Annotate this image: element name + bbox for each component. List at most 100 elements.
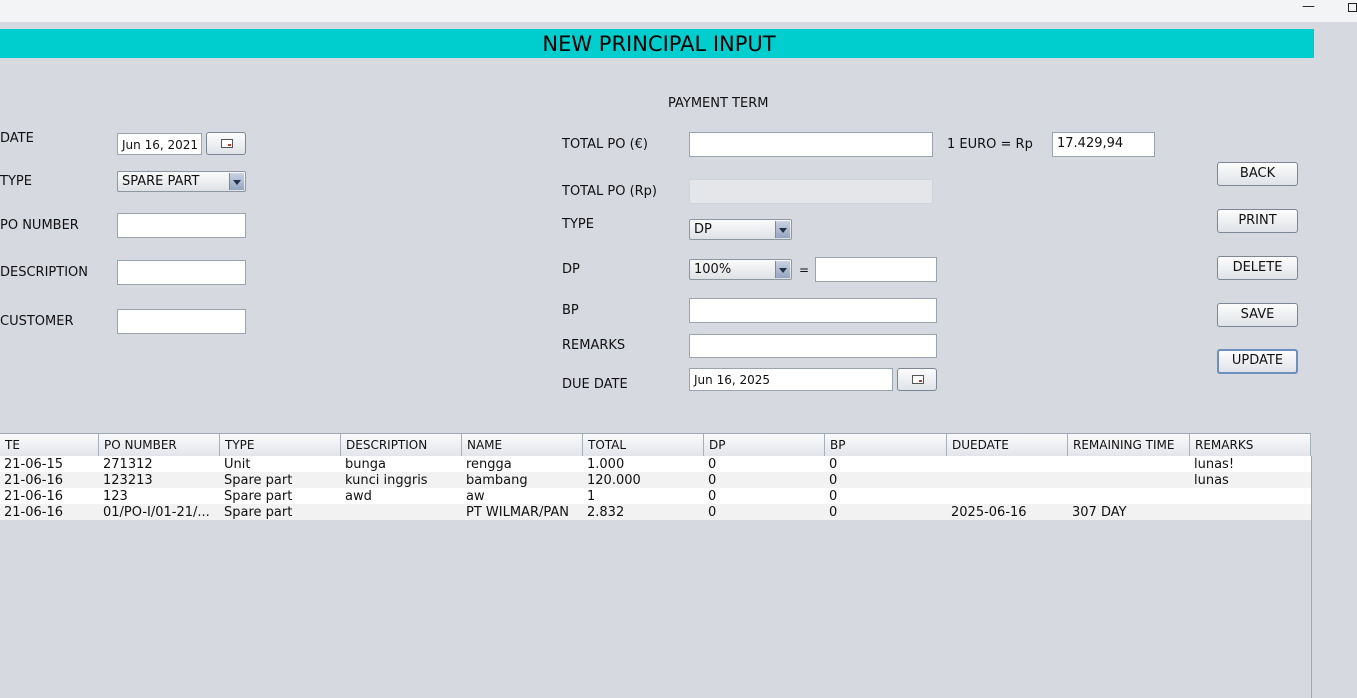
table-cell: 123213 — [103, 473, 153, 488]
table-cell: 2025-06-16 — [951, 505, 1027, 520]
table-cell: Spare part — [224, 505, 293, 520]
due-date-field[interactable]: Jun 16, 2025 — [689, 368, 893, 391]
due-date-label: DUE DATE — [562, 377, 628, 392]
equals-sign: = — [799, 263, 810, 277]
table-header: TE PO NUMBER TYPE DESCRIPTION NAME TOTAL… — [0, 433, 1311, 457]
remarks-field[interactable] — [689, 334, 937, 358]
table-row[interactable]: 21-06-16 123213 Spare part kunci inggris… — [0, 472, 1311, 488]
date-label: DATE — [0, 131, 34, 146]
table-cell — [1068, 472, 1190, 488]
po-number-field[interactable] — [117, 213, 246, 238]
euro-rate-field[interactable]: 17.429,94 — [1052, 132, 1155, 157]
update-button[interactable]: UPDATE — [1217, 349, 1298, 374]
table-cell: 0 — [829, 457, 838, 472]
description-field[interactable] — [117, 260, 246, 285]
table-cell — [1068, 488, 1190, 504]
table-cell: 1.000 — [587, 457, 625, 472]
column-header-type[interactable]: TYPE — [220, 434, 341, 456]
table-cell: 307 DAY — [1072, 505, 1127, 520]
table-cell: awd — [345, 489, 372, 504]
payment-term-heading: PAYMENT TERM — [668, 96, 769, 111]
total-po-eur-label: TOTAL PO (€) — [562, 137, 648, 152]
table-row[interactable]: 21-06-16 123 Spare part awd aw 1 0 0 — [0, 488, 1311, 504]
column-header-bp[interactable]: BP — [825, 434, 947, 456]
window-top-bar: — — [0, 0, 1357, 22]
page-title: NEW PRINCIPAL INPUT — [542, 32, 776, 56]
table-cell: PT WILMAR/PAN — [466, 505, 569, 520]
chevron-down-icon — [775, 221, 790, 238]
date-field[interactable]: Jun 16, 2021 — [117, 133, 202, 155]
customer-label: CUSTOMER — [0, 314, 74, 329]
chevron-down-icon — [775, 261, 790, 278]
date-picker-button[interactable] — [206, 132, 246, 155]
table-cell: 1 — [587, 489, 596, 504]
total-po-rp-label: TOTAL PO (Rp) — [562, 184, 658, 199]
column-header-date[interactable]: TE — [0, 434, 99, 456]
table-cell: bambang — [466, 473, 528, 488]
table-cell: rengga — [466, 457, 512, 472]
remarks-label: REMARKS — [562, 338, 626, 353]
table-cell — [947, 472, 1068, 488]
table-cell: lunas — [1194, 473, 1229, 488]
back-button[interactable]: BACK — [1217, 162, 1298, 186]
column-header-remaining-time[interactable]: REMAINING TIME — [1068, 434, 1190, 456]
type-select-value: SPARE PART — [122, 174, 200, 189]
column-header-po-number[interactable]: PO NUMBER — [99, 434, 220, 456]
table-cell — [947, 488, 1068, 504]
column-header-duedate[interactable]: DUEDATE — [947, 434, 1068, 456]
print-button[interactable]: PRINT — [1217, 209, 1298, 233]
table-cell — [947, 456, 1068, 472]
table-cell — [341, 504, 462, 520]
table-cell: lunas! — [1194, 457, 1235, 472]
table-cell: 21-06-15 — [4, 457, 64, 472]
table-cell: 0 — [829, 473, 838, 488]
table-cell — [1190, 488, 1311, 504]
due-date-picker-button[interactable] — [897, 368, 937, 391]
table-cell: bunga — [345, 457, 386, 472]
table-cell — [1190, 504, 1311, 520]
customer-field[interactable] — [117, 309, 246, 334]
table-cell: 0 — [829, 505, 838, 520]
dp-percent-select[interactable]: 100% — [689, 259, 792, 280]
table-cell: kunci inggris — [345, 473, 428, 488]
column-header-dp[interactable]: DP — [704, 434, 825, 456]
table-cell: Unit — [224, 457, 251, 472]
type-label: TYPE — [0, 174, 32, 189]
total-po-rp-field — [689, 179, 933, 204]
minimize-icon[interactable]: — — [1302, 0, 1315, 14]
table-cell: 0 — [708, 489, 717, 504]
column-header-total[interactable]: TOTAL — [583, 434, 704, 456]
column-header-description[interactable]: DESCRIPTION — [341, 434, 462, 456]
table-body: 21-06-15 271312 Unit bunga rengga 1.000 … — [0, 456, 1312, 698]
calendar-icon — [221, 139, 233, 148]
column-header-name[interactable]: NAME — [462, 434, 583, 456]
table-cell: 21-06-16 — [4, 505, 64, 520]
table-cell: aw — [466, 489, 485, 504]
po-number-label: PO NUMBER — [0, 218, 79, 233]
table-row[interactable]: 21-06-16 01/PO-I/01-21/... Spare part PT… — [0, 504, 1311, 520]
table-cell: 123 — [103, 489, 128, 504]
table-cell: 120.000 — [587, 473, 641, 488]
type-select[interactable]: SPARE PART — [117, 171, 246, 192]
table-cell: 21-06-16 — [4, 489, 64, 504]
table-row[interactable]: 21-06-15 271312 Unit bunga rengga 1.000 … — [0, 456, 1311, 472]
euro-rate-label: 1 EURO = Rp — [947, 137, 1033, 152]
dp-amount-field[interactable] — [815, 257, 937, 282]
table-cell: 0 — [708, 473, 717, 488]
table-cell: 271312 — [103, 457, 153, 472]
delete-button[interactable]: DELETE — [1217, 256, 1298, 280]
payment-type-value: DP — [694, 222, 712, 237]
table-cell: 0 — [708, 457, 717, 472]
table-cell: Spare part — [224, 489, 293, 504]
bp-field[interactable] — [689, 298, 937, 323]
dp-percent-value: 100% — [694, 262, 732, 277]
bp-label: BP — [562, 303, 579, 318]
payment-type-select[interactable]: DP — [689, 219, 792, 240]
description-label: DESCRIPTION — [0, 265, 88, 280]
table-cell: 0 — [708, 505, 717, 520]
column-header-remarks[interactable]: REMARKS — [1190, 434, 1311, 456]
table-cell: 01/PO-I/01-21/... — [103, 505, 210, 520]
maximize-icon[interactable] — [1348, 3, 1357, 12]
save-button[interactable]: SAVE — [1217, 303, 1298, 327]
total-po-eur-field[interactable] — [689, 132, 933, 157]
